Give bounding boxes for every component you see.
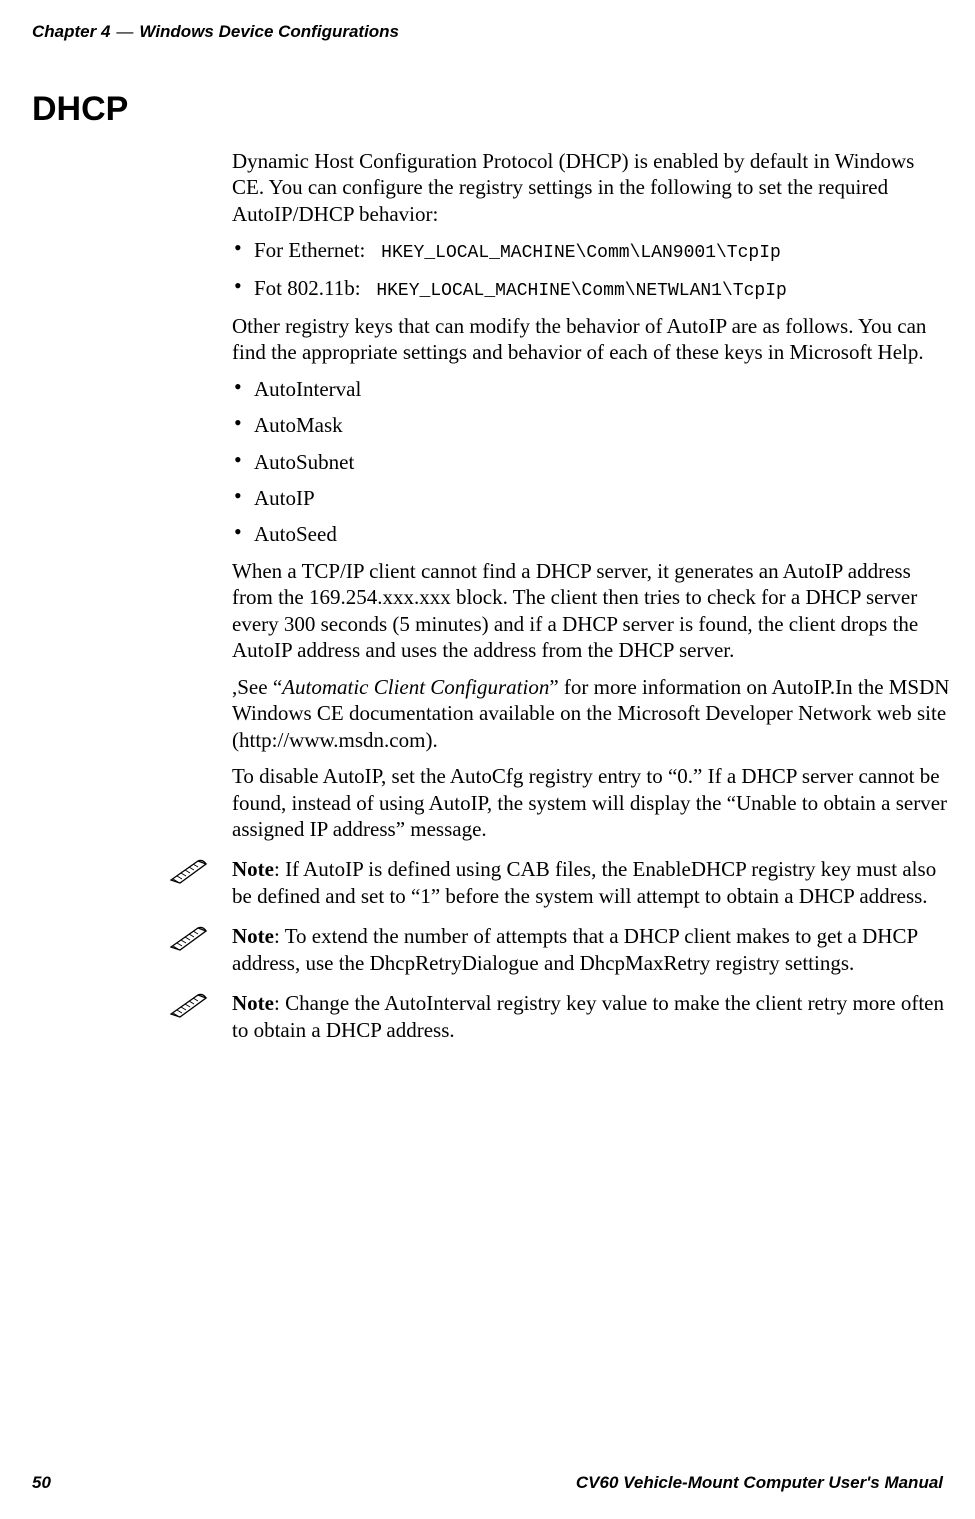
- registry-label: Fot 802.11b:: [254, 276, 361, 300]
- note-label: Note: [232, 991, 274, 1015]
- section-heading-dhcp: DHCP: [32, 90, 128, 129]
- key-name: AutoMask: [254, 413, 343, 437]
- see-reference-paragraph: ,See “Automatic Client Configuration” fo…: [232, 674, 950, 753]
- note-block: Note: Change the AutoInterval registry k…: [232, 990, 950, 1043]
- disable-autoip-paragraph: To disable AutoIP, set the AutoCfg regis…: [232, 763, 950, 842]
- list-item: AutoInterval: [232, 376, 950, 402]
- note-text: Note: Change the AutoInterval registry k…: [232, 990, 950, 1043]
- key-name: AutoSeed: [254, 522, 337, 546]
- list-item: AutoSeed: [232, 521, 950, 547]
- note-text: Note: To extend the number of attempts t…: [232, 923, 950, 976]
- registry-path: HKEY_LOCAL_MACHINE\Comm\LAN9001\TcpIp: [381, 243, 781, 263]
- chapter-title: Windows Device Configurations: [139, 22, 399, 41]
- key-name: AutoInterval: [254, 377, 361, 401]
- list-item: Fot 802.11b: HKEY_LOCAL_MACHINE\Comm\NET…: [232, 275, 950, 303]
- page: Chapter 4—Windows Device Configurations …: [0, 0, 975, 1519]
- note-label: Note: [232, 857, 274, 881]
- note-body: : To extend the number of attempts that …: [232, 924, 917, 974]
- registry-path-list: For Ethernet: HKEY_LOCAL_MACHINE\Comm\LA…: [232, 237, 950, 302]
- see-reference-title: Automatic Client Configuration: [282, 675, 549, 699]
- note-text: Note: If AutoIP is defined using CAB fil…: [232, 856, 950, 909]
- key-name: AutoSubnet: [254, 450, 354, 474]
- list-item: AutoSubnet: [232, 449, 950, 475]
- body-column: Dynamic Host Configuration Protocol (DHC…: [232, 148, 950, 1053]
- manual-title: CV60 Vehicle-Mount Computer User's Manua…: [576, 1473, 943, 1493]
- note-icon: [170, 992, 208, 1018]
- list-item: AutoIP: [232, 485, 950, 511]
- registry-key-list: AutoInterval AutoMask AutoSubnet AutoIP …: [232, 376, 950, 548]
- running-header: Chapter 4—Windows Device Configurations: [32, 22, 399, 42]
- note-block: Note: If AutoIP is defined using CAB fil…: [232, 856, 950, 909]
- note-icon: [170, 858, 208, 884]
- autoip-paragraph: When a TCP/IP client cannot find a DHCP …: [232, 558, 950, 664]
- note-icon: [170, 925, 208, 951]
- registry-path: HKEY_LOCAL_MACHINE\Comm\NETWLAN1\TcpIp: [376, 281, 786, 301]
- note-body: : Change the AutoInterval registry key v…: [232, 991, 944, 1041]
- registry-label: For Ethernet:: [254, 238, 365, 262]
- other-keys-paragraph: Other registry keys that can modify the …: [232, 313, 950, 366]
- page-number: 50: [32, 1473, 51, 1493]
- note-body: : If AutoIP is defined using CAB files, …: [232, 857, 936, 907]
- note-label: Note: [232, 924, 274, 948]
- header-dash: —: [110, 22, 139, 41]
- list-item: For Ethernet: HKEY_LOCAL_MACHINE\Comm\LA…: [232, 237, 950, 265]
- note-block: Note: To extend the number of attempts t…: [232, 923, 950, 976]
- intro-paragraph: Dynamic Host Configuration Protocol (DHC…: [232, 148, 950, 227]
- key-name: AutoIP: [254, 486, 315, 510]
- chapter-prefix: Chapter 4: [32, 22, 110, 41]
- list-item: AutoMask: [232, 412, 950, 438]
- see-prefix: ,See “: [232, 675, 282, 699]
